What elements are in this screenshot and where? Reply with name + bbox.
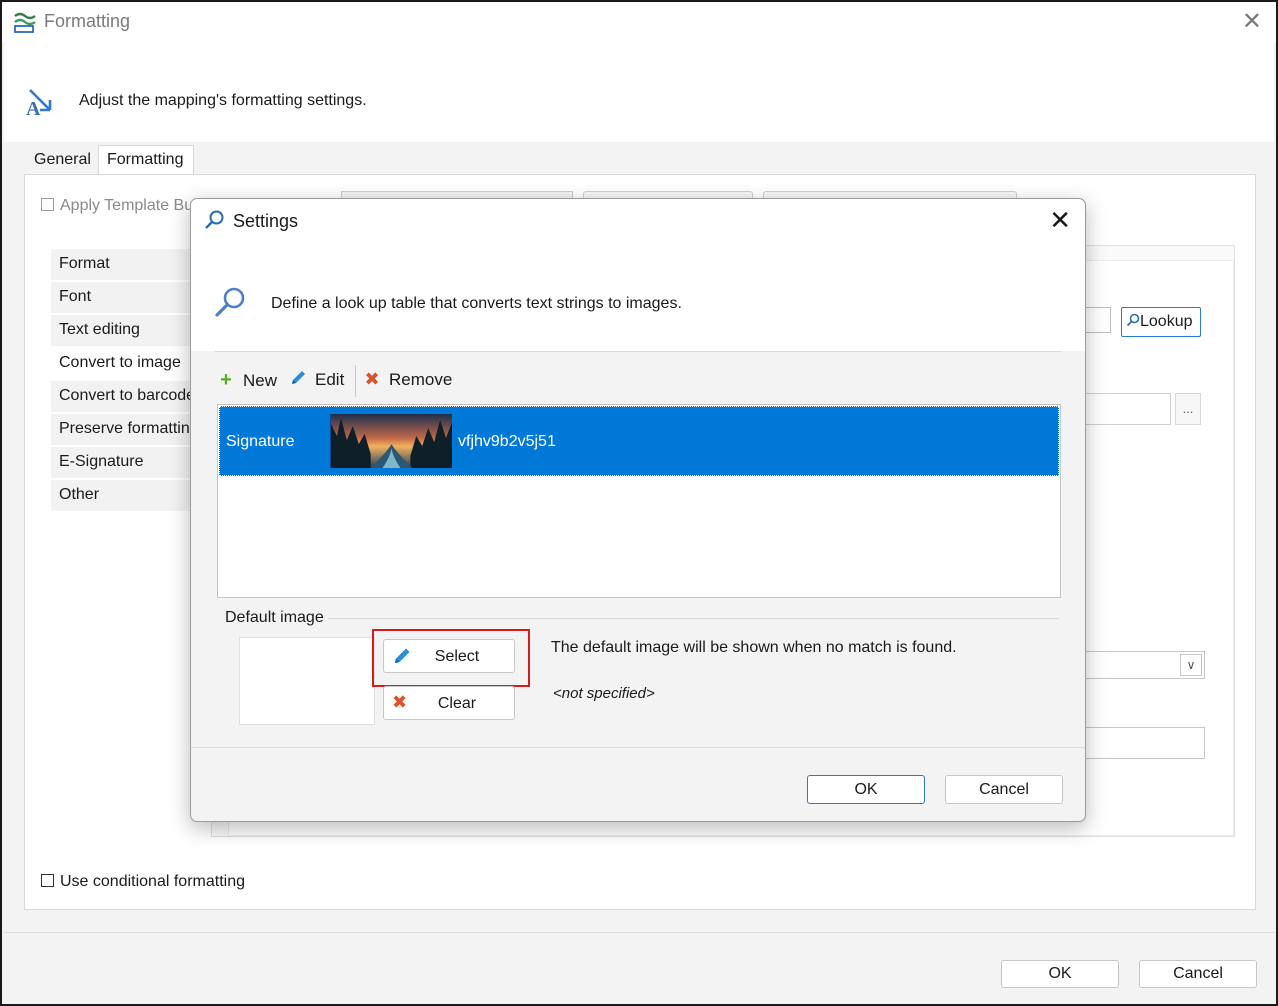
footer-divider xyxy=(4,932,1274,933)
tab-general[interactable]: General xyxy=(26,145,98,175)
nav-item-preserve-formatting[interactable]: Preserve formatting xyxy=(51,414,201,445)
formatting-nav: Format Font Text editing Convert to imag… xyxy=(51,249,201,513)
search-icon xyxy=(1126,313,1140,327)
use-conditional-label: Use conditional formatting xyxy=(60,873,245,890)
image-path-field[interactable] xyxy=(1079,393,1171,425)
nav-item-text-editing[interactable]: Text editing xyxy=(51,315,201,346)
edit-button[interactable]: Edit xyxy=(289,369,344,397)
nav-item-e-signature[interactable]: E-Signature xyxy=(51,447,201,478)
lookup-button[interactable]: Lookup xyxy=(1121,307,1201,337)
search-icon xyxy=(205,210,224,229)
toolbar-separator xyxy=(355,365,356,397)
settings-dialog: Settings ✕ Define a look up table that c… xyxy=(190,198,1086,822)
dialog-description: Define a look up table that converts tex… xyxy=(271,295,682,312)
dialog-titlebar: Settings ✕ xyxy=(191,199,1085,243)
dialog-close-icon[interactable]: ✕ xyxy=(1049,205,1071,235)
default-image-description: The default image will be shown when no … xyxy=(551,639,957,656)
lookup-icon xyxy=(215,287,245,317)
svg-text:A: A xyxy=(26,98,41,118)
options-dropdown[interactable]: ∨ xyxy=(1079,651,1205,679)
image-thumbnail xyxy=(330,414,452,468)
app-logo-icon xyxy=(14,12,36,33)
window-close-icon[interactable]: ✕ xyxy=(1242,8,1262,36)
formatting-header-icon: A xyxy=(26,89,52,118)
dialog-divider xyxy=(215,351,1061,352)
use-conditional-checkbox[interactable]: Use conditional formatting xyxy=(41,873,245,891)
tab-formatting[interactable]: Formatting xyxy=(98,145,194,175)
row-key: Signature xyxy=(226,433,295,450)
nav-item-font[interactable]: Font xyxy=(51,282,201,313)
remove-button[interactable]: ✖ Remove xyxy=(363,369,452,397)
default-image-divider xyxy=(323,618,1059,619)
nav-item-convert-to-image[interactable]: Convert to image xyxy=(51,348,201,379)
new-label: New xyxy=(243,371,278,390)
nav-item-format[interactable]: Format xyxy=(51,249,201,280)
new-button[interactable]: + New xyxy=(217,369,277,397)
row-value: vfjhv9b2v5j51 xyxy=(458,433,556,450)
nav-item-convert-to-barcode[interactable]: Convert to barcode xyxy=(51,381,201,412)
checkbox-box xyxy=(41,874,54,887)
apply-template-checkbox[interactable]: Apply Template Bu xyxy=(41,197,193,215)
select-highlight-outline xyxy=(372,629,530,687)
browse-button[interactable]: ... xyxy=(1175,393,1201,425)
clear-image-button[interactable]: ✖ Clear xyxy=(383,686,515,720)
dialog-ok-button[interactable]: OK xyxy=(807,775,925,804)
dialog-footer-divider xyxy=(191,747,1085,748)
window-title: Formatting xyxy=(44,11,131,31)
dialog-title: Settings xyxy=(233,211,299,231)
chevron-down-icon: ∨ xyxy=(1180,654,1202,676)
table-row[interactable]: Signature vfjhv9b2v5j51 xyxy=(219,406,1059,476)
ok-button[interactable]: OK xyxy=(1001,960,1119,988)
window-titlebar: Formatting ✕ xyxy=(2,2,1276,42)
default-image-preview xyxy=(239,637,375,725)
default-image-value: <not specified> xyxy=(553,685,655,702)
lookup-table: Signature vfjhv9b2v5j51 xyxy=(217,404,1061,598)
plus-icon: + xyxy=(220,369,232,391)
nav-item-other[interactable]: Other xyxy=(51,480,201,511)
lookup-label: Lookup xyxy=(1140,313,1193,330)
header-description: Adjust the mapping's formatting settings… xyxy=(79,92,367,109)
dialog-cancel-button[interactable]: Cancel xyxy=(945,775,1063,804)
checkbox-box xyxy=(41,198,54,211)
clear-label: Clear xyxy=(437,695,477,712)
options-field[interactable] xyxy=(1079,727,1205,759)
default-image-label: Default image xyxy=(225,609,328,627)
cancel-button[interactable]: Cancel xyxy=(1139,960,1257,988)
apply-template-label: Apply Template Bu xyxy=(60,197,194,214)
remove-label: Remove xyxy=(389,370,453,389)
edit-label: Edit xyxy=(315,370,345,389)
dialog-header: Define a look up table that converts tex… xyxy=(191,243,1085,351)
remove-x-icon: ✖ xyxy=(364,369,380,389)
pencil-icon xyxy=(292,371,305,384)
